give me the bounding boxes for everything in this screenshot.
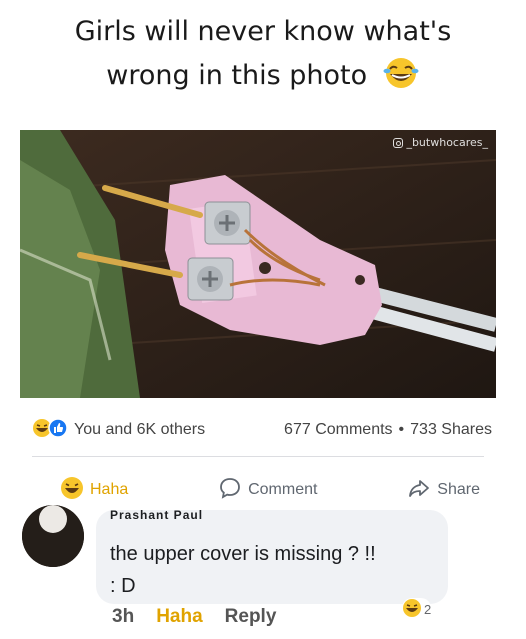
reactions-count[interactable]: You and 6K others: [74, 421, 205, 439]
comment-bubble: Prashant Paul the upper cover is missing…: [96, 508, 448, 604]
haha-button-label: Haha: [90, 481, 129, 498]
caption-line-2: wrong in this photo: [106, 60, 368, 91]
comments-count[interactable]: 677 Comments: [284, 421, 393, 439]
post-photo[interactable]: _butwhocares_: [20, 130, 496, 398]
haha-reaction-icon: [402, 598, 422, 621]
instagram-icon: [393, 137, 404, 148]
comment-meta: 3h Haha Reply: [112, 606, 276, 628]
laughing-emoji-icon: [382, 56, 420, 104]
shares-count[interactable]: 733 Shares: [410, 421, 492, 439]
divider: [32, 456, 484, 457]
reaction-icons[interactable]: [32, 417, 68, 443]
comment-button-label: Comment: [248, 481, 318, 498]
post-actions: Haha Comment Share: [60, 476, 480, 504]
meme-caption: Girls will never know what's wrong in th…: [0, 10, 526, 104]
comment-haha-link[interactable]: Haha: [156, 606, 202, 628]
comment-reaction-count[interactable]: 2: [402, 598, 432, 621]
photo-watermark: _butwhocares_: [393, 136, 488, 149]
comment-text-line-2: : D: [110, 575, 136, 597]
comment-reaction-number: 2: [424, 602, 432, 617]
comment-text: the upper cover is missing ? !! : D: [110, 538, 430, 602]
commenter-name[interactable]: Prashant Paul: [110, 508, 203, 519]
commenter-avatar[interactable]: [22, 505, 84, 567]
reactions-summary: You and 6K others 677 Comments • 733 Sha…: [32, 417, 492, 443]
like-reaction-icon: [48, 417, 68, 443]
comment-timestamp[interactable]: 3h: [112, 606, 134, 628]
share-button-label: Share: [437, 481, 480, 498]
comment-button[interactable]: Comment: [218, 476, 317, 505]
comment-icon: [218, 476, 242, 505]
share-button[interactable]: Share: [407, 476, 480, 505]
share-icon: [407, 476, 431, 505]
stats-separator: •: [398, 421, 405, 438]
haha-icon: [60, 476, 84, 505]
haha-button[interactable]: Haha: [60, 476, 128, 505]
comment-text-line-1: the upper cover is missing ? !!: [110, 543, 376, 565]
caption-line-1: Girls will never know what's: [74, 16, 452, 47]
comment-reply-link[interactable]: Reply: [225, 606, 277, 628]
